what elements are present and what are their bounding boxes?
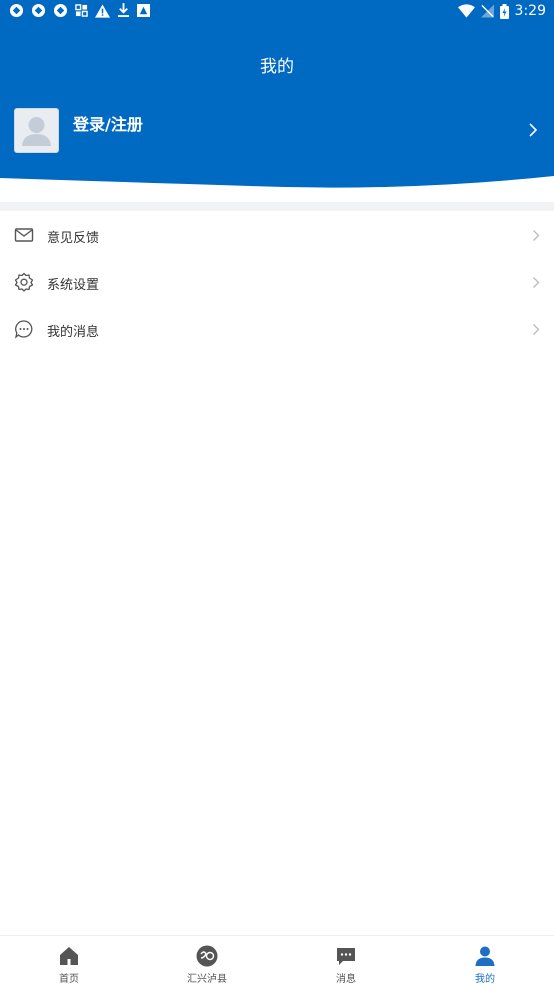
- logo-icon: [196, 945, 218, 967]
- menu-item-label: 我的消息: [47, 325, 100, 340]
- menu-item-feedback[interactable]: 意见反馈: [0, 212, 554, 259]
- menu-item-label: 意见反馈: [47, 231, 100, 246]
- tab-messages[interactable]: 消息: [277, 936, 415, 990]
- login-register-link[interactable]: 登录/注册: [73, 111, 143, 135]
- chat-icon: [15, 320, 33, 339]
- avatar-placeholder-icon: [22, 117, 51, 146]
- chevron-right-icon: [533, 324, 540, 335]
- tab-huixing-luxian[interactable]: 汇兴泸县: [138, 936, 276, 990]
- header: 3:29 我的 登录/注册: [0, 0, 554, 200]
- header-background: [0, 0, 554, 188]
- section-divider: [0, 202, 554, 211]
- mail-icon: [14, 228, 34, 242]
- chevron-right-icon: [533, 277, 540, 288]
- page-title: 我的: [260, 57, 294, 77]
- status-time: 3:29: [514, 3, 546, 19]
- message-icon: [337, 948, 355, 965]
- profile-login-row[interactable]: 登录/注册: [14, 108, 544, 154]
- menu-list: 意见反馈 系统设置 我的消息: [0, 212, 554, 353]
- no-signal-icon: [480, 4, 494, 18]
- menu-item-label: 系统设置: [47, 278, 100, 293]
- tab-label: 我的: [475, 974, 495, 985]
- tab-label: 首页: [59, 974, 79, 985]
- tab-label: 消息: [336, 974, 356, 985]
- menu-item-settings[interactable]: 系统设置: [0, 259, 554, 306]
- menu-item-messages[interactable]: 我的消息: [0, 306, 554, 353]
- sync-icon: [9, 3, 24, 18]
- notification-icons: [9, 3, 150, 18]
- home-icon: [60, 947, 78, 965]
- download-icon: [117, 3, 130, 17]
- bottom-tab-bar: 首页 汇兴泸县 消息 我的: [0, 935, 554, 990]
- system-status: 3:29: [457, 3, 546, 19]
- wifi-icon: [457, 4, 475, 18]
- tab-label: 汇兴泸县: [187, 974, 227, 985]
- grid-icon: [75, 4, 88, 17]
- sync-icon: [53, 3, 68, 18]
- sync-icon: [31, 3, 46, 18]
- chevron-right-icon: [529, 123, 538, 137]
- user-icon: [475, 946, 495, 966]
- chevron-right-icon: [533, 230, 540, 241]
- avatar[interactable]: [14, 108, 59, 153]
- app-icon: [137, 4, 150, 17]
- battery-icon: [499, 3, 509, 19]
- status-bar: 3:29: [0, 0, 554, 24]
- warning-icon: [95, 3, 110, 18]
- gear-icon: [14, 272, 34, 292]
- tab-home[interactable]: 首页: [0, 936, 138, 990]
- tab-mine[interactable]: 我的: [416, 936, 554, 990]
